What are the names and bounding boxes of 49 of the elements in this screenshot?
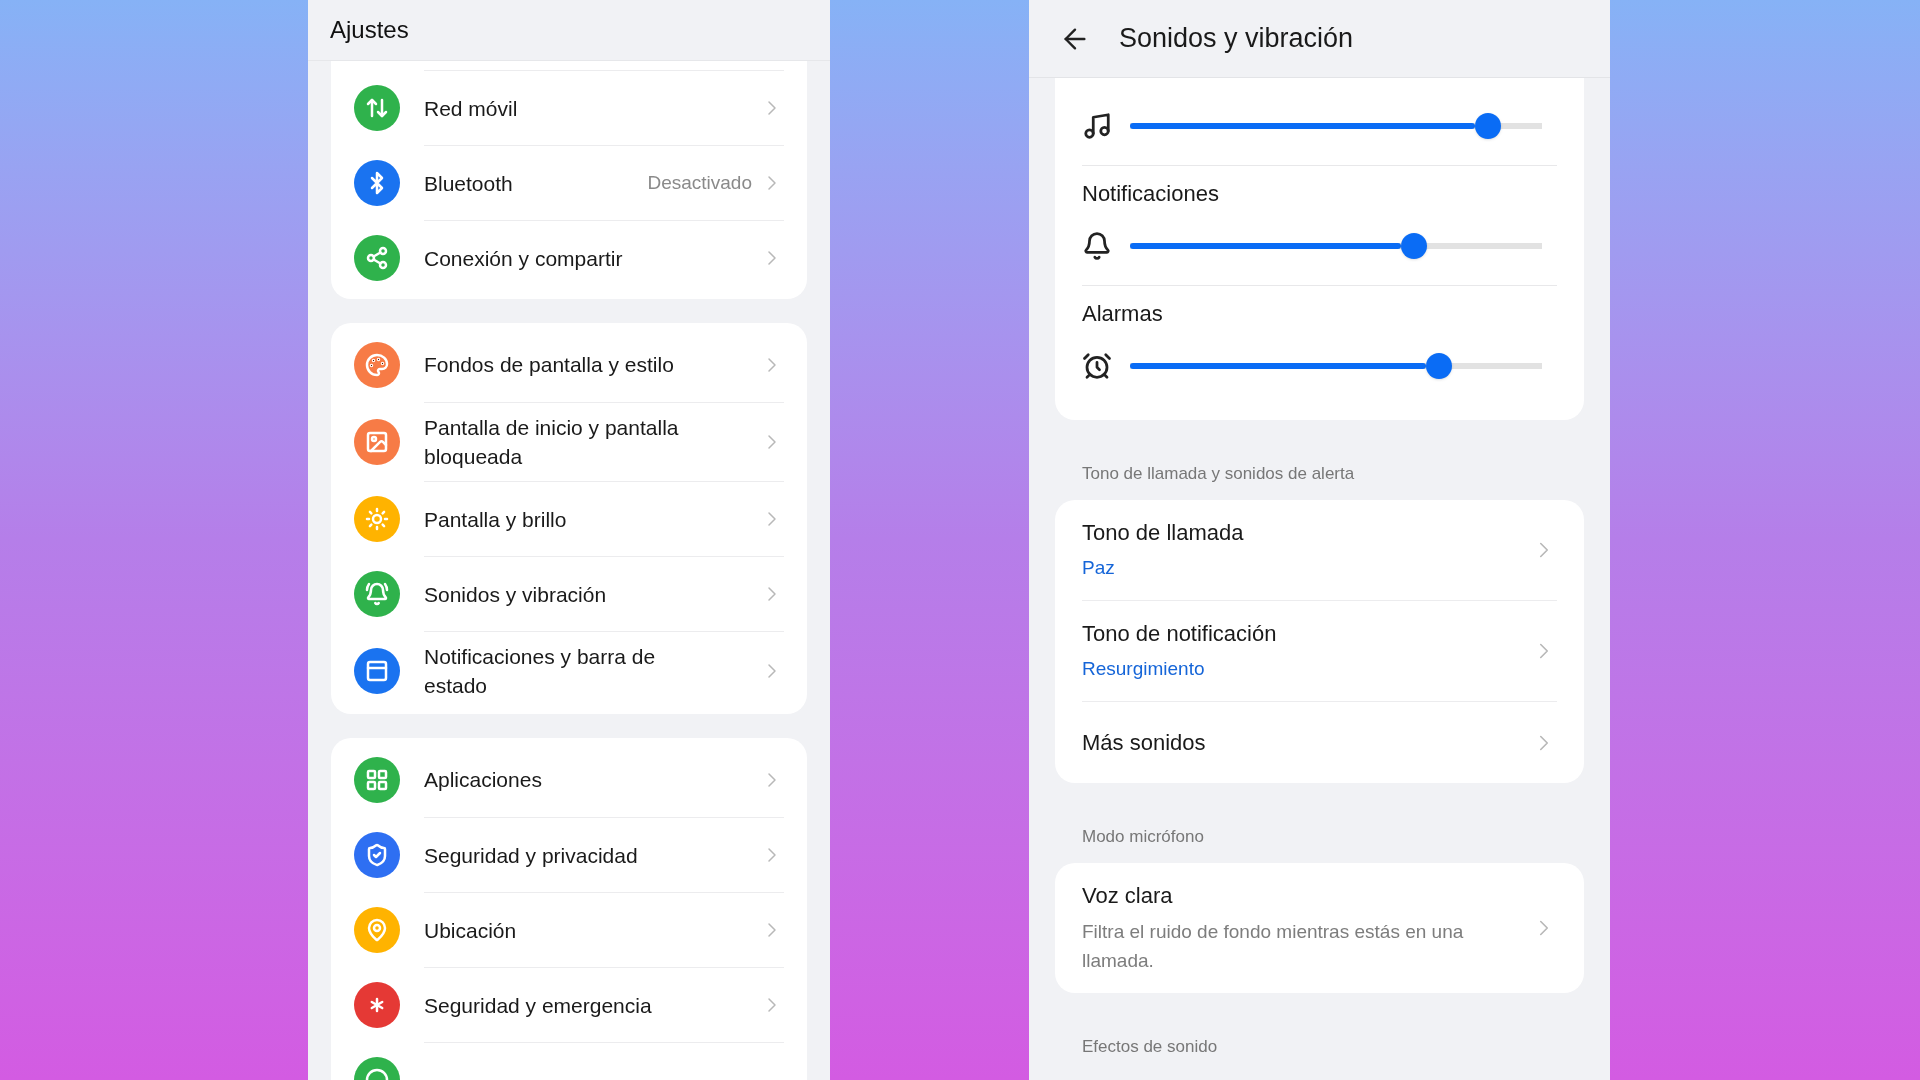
item-title: Tono de notificación — [1082, 620, 1278, 648]
slider-thumb[interactable] — [1401, 233, 1428, 259]
item-label: Sonidos y vibración — [424, 581, 607, 608]
slider-label: Notificaciones — [1082, 180, 1220, 208]
alarm-clock-icon — [1082, 351, 1112, 381]
slider-thumb[interactable] — [1475, 113, 1502, 139]
item-label: Seguridad y emergencia — [424, 992, 652, 1019]
settings-item[interactable]: Voz clara Filtra el ruido de fondo mientras estás en una llamada. — [1082, 863, 1557, 993]
item-label: Pantalla de inicio y pantalla bloqueada — [424, 415, 680, 470]
item-label: Aplicaciones — [424, 767, 542, 793]
screen-title: Ajustes — [330, 15, 409, 45]
settings-item[interactable]: Red móvil — [354, 70, 784, 145]
settings-item[interactable]: Más sonidos — [1082, 701, 1557, 783]
section-header: Modo micrófono — [1081, 826, 1205, 848]
music-note-icon — [1082, 111, 1112, 141]
item-label: Seguridad y privacidad — [424, 842, 638, 869]
settings-item[interactable]: Seguridad y emergencia — [354, 967, 784, 1042]
settings-item[interactable]: Fondos de pantalla y estilo — [354, 327, 784, 402]
item-label: Ubicación — [424, 917, 517, 944]
bell-icon — [1082, 231, 1112, 261]
settings-item[interactable]: Pantalla de inicio y pantalla bloqueada — [354, 402, 784, 481]
item-description: Filtra el ruido de fondo mientras estás en una llamada. — [1082, 920, 1465, 973]
settings-item[interactable]: Seguridad y privacidad — [354, 817, 784, 892]
section-header: Efectos de sonido — [1081, 1036, 1219, 1058]
item-label: Conexión y compartir — [424, 245, 623, 272]
item-value: Desactivado — [647, 170, 752, 195]
item-label: Red móvil — [424, 95, 518, 122]
settings-item[interactable]: Pantalla y brillo — [354, 481, 784, 556]
item-title: Tono de llamada — [1082, 519, 1245, 547]
settings-item[interactable]: Sonidos y vibración — [354, 556, 784, 631]
item-title: Voz clara — [1082, 882, 1174, 910]
slider-thumb[interactable] — [1426, 353, 1452, 379]
settings-item[interactable]: Ubicación — [354, 892, 784, 967]
screen-title: Sonidos y vibración — [1119, 22, 1354, 56]
settings-item[interactable]: Notificaciones y barra de estado — [354, 631, 784, 710]
settings-item[interactable]: Bluetooth Desactivado — [354, 145, 784, 220]
settings-item[interactable]: Conexión y compartir — [354, 220, 784, 295]
slider-label: Alarmas — [1082, 300, 1164, 328]
item-label: Bluetooth — [424, 170, 513, 197]
settings-item[interactable]: Aplicaciones — [354, 742, 784, 817]
section-header: Tono de llamada y sonidos de alerta — [1081, 463, 1356, 485]
item-label: Notificaciones y barra de estado — [424, 644, 657, 699]
item-value: Resurgimiento — [1082, 657, 1206, 681]
item-label: Pantalla y brillo — [424, 506, 567, 533]
item-title: Más sonidos — [1082, 728, 1207, 757]
item-value: Paz — [1082, 556, 1116, 580]
settings-item[interactable]: Tono de notificación Resurgimiento — [1082, 600, 1557, 701]
settings-item[interactable]: Tono de llamada Paz — [1082, 500, 1557, 600]
item-label: Fondos de pantalla y estilo — [424, 352, 674, 378]
